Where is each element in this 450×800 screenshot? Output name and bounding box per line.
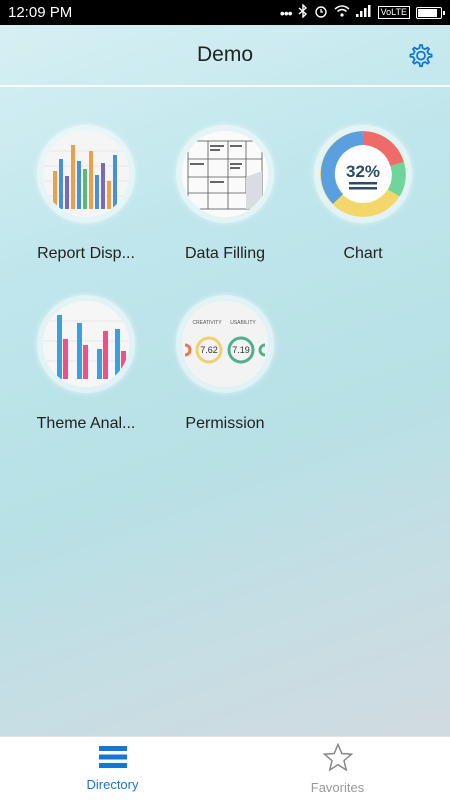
tile-report-display[interactable]: Report Disp...	[16, 125, 156, 263]
tile-theme-analysis[interactable]: Theme Anal...	[16, 295, 156, 433]
gauge-thumbnail: CREATIVITY USABILITY 7.62 7.19	[182, 301, 268, 387]
tile-label: Chart	[343, 245, 383, 262]
tile-thumbnail	[37, 125, 135, 223]
star-icon	[322, 742, 353, 776]
bar-chart-thumbnail	[43, 131, 129, 217]
tab-directory[interactable]: Directory	[0, 737, 225, 800]
gear-icon[interactable]	[406, 42, 434, 70]
battery-icon	[416, 6, 445, 19]
signal-icon	[355, 5, 372, 20]
donut-thumbnail: 32%	[320, 131, 406, 217]
wifi-icon	[334, 5, 350, 20]
gauge-value: 7.19	[232, 345, 250, 355]
tile-thumbnail: CREATIVITY USABILITY 7.62 7.19	[176, 295, 274, 393]
tile-label: Data Filling	[184, 245, 266, 262]
tile-label: Report Disp...	[37, 245, 135, 262]
app-header: Demo	[0, 25, 450, 87]
status-time: 12:09 PM	[8, 4, 73, 21]
tile-label: Theme Anal...	[36, 415, 136, 432]
list-icon	[98, 745, 127, 773]
tab-bar: Directory Favorites	[0, 736, 450, 800]
tile-thumbnail	[37, 295, 135, 393]
tab-favorites[interactable]: Favorites	[225, 737, 450, 800]
tile-permission[interactable]: CREATIVITY USABILITY 7.62 7.19 Permissio…	[155, 295, 295, 433]
alarm-icon	[314, 4, 328, 21]
gauge-value: 7.62	[200, 345, 218, 355]
status-bar: 12:09 PM ••• VoLTE	[0, 0, 450, 25]
bar-chart-thumbnail	[43, 301, 129, 387]
tab-label: Directory	[86, 776, 139, 792]
tab-label: Favorites	[310, 779, 365, 795]
gauge-label: CREATIVITY	[192, 320, 222, 326]
chart-percent-text: 32%	[346, 162, 380, 181]
volte-badge: VoLTE	[377, 6, 410, 19]
page-title: Demo	[196, 43, 254, 66]
tile-thumbnail: 32%	[314, 125, 412, 223]
more-icon: •••	[279, 4, 293, 21]
form-thumbnail	[182, 131, 268, 217]
bluetooth-icon	[298, 3, 308, 21]
tile-data-filling[interactable]: Data Filling	[155, 125, 295, 263]
tile-chart[interactable]: 32% Chart	[293, 125, 433, 263]
tile-label: Permission	[185, 415, 265, 432]
gauge-label: USABILITY	[230, 320, 256, 326]
tile-thumbnail	[176, 125, 274, 223]
